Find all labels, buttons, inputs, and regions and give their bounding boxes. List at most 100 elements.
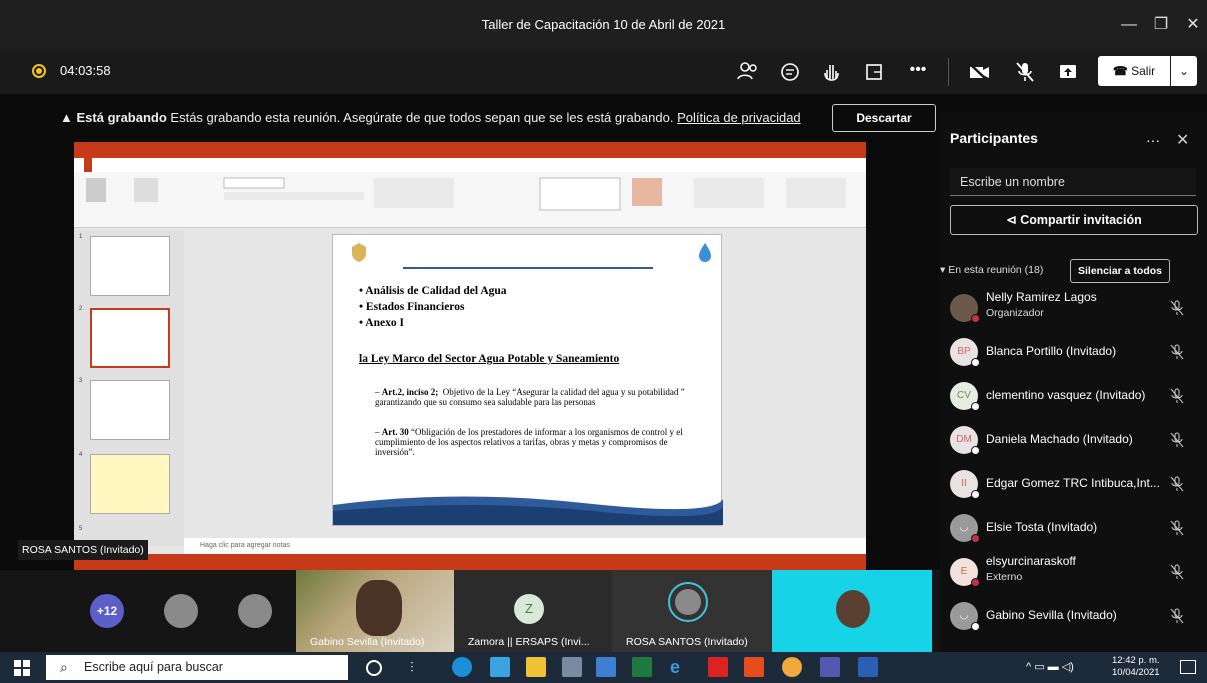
- microphone-off-icon[interactable]: [1012, 59, 1038, 85]
- recording-banner-text: Estás grabando esta reunión. Asegúrate d…: [170, 110, 674, 125]
- maximize-icon[interactable]: ❐: [1148, 12, 1174, 38]
- participant-video-tile[interactable]: [772, 570, 932, 652]
- clock-date: 10/04/2021: [1112, 667, 1160, 678]
- breakout-rooms-icon[interactable]: [861, 59, 887, 85]
- video-person-face: [356, 580, 402, 636]
- slide-thumbnail-selected[interactable]: [90, 308, 170, 368]
- muted-mic-icon: [1170, 344, 1184, 360]
- participant-name: Elsie Tosta (Invitado): [986, 520, 1098, 534]
- participant-row[interactable]: ◡ Elsie Tosta (Invitado): [948, 508, 1198, 548]
- avatar: CV: [950, 382, 980, 411]
- video-tile-label: ROSA SANTOS (Invitado): [626, 636, 748, 648]
- avatar: ◡: [950, 514, 980, 543]
- avatar-initials: CV: [957, 390, 971, 401]
- app-icon[interactable]: [562, 657, 582, 677]
- leave-dropdown-chevron-icon[interactable]: ⌄: [1171, 56, 1197, 86]
- leave-button[interactable]: ☎ Salir: [1098, 56, 1170, 86]
- slide-bullet: Análisis de Calidad del Agua: [359, 283, 506, 299]
- file-explorer-icon[interactable]: [526, 657, 546, 677]
- current-slide: Análisis de Calidad del Agua Estados Fin…: [332, 234, 723, 526]
- slide-thumbnail[interactable]: [90, 380, 170, 440]
- office-icon[interactable]: [744, 657, 764, 677]
- notes-pane[interactable]: Haga clic para agregar notas: [184, 538, 866, 554]
- muted-mic-icon: [1170, 520, 1184, 536]
- panel-close-icon[interactable]: ✕: [1176, 130, 1189, 150]
- status-dot: [971, 622, 980, 631]
- water-drop-logo-icon: [699, 243, 711, 262]
- participant-row[interactable]: II Edgar Gomez TRC Intibuca,Int...: [948, 464, 1198, 504]
- discard-button[interactable]: Descartar: [832, 104, 936, 132]
- participant-name: Edgar Gomez TRC Intibuca,Int...: [986, 476, 1160, 490]
- participant-avatar[interactable]: [164, 594, 198, 628]
- system-tray-icons[interactable]: ^ ▭ ▬ ◁): [1026, 660, 1074, 673]
- more-options-icon[interactable]: •••: [905, 59, 931, 85]
- participant-name: Gabino Sevilla (Invitado): [986, 608, 1117, 622]
- raise-hand-icon[interactable]: [819, 59, 845, 85]
- notification-center-icon[interactable]: [1180, 660, 1196, 674]
- participants-icon[interactable]: [735, 59, 761, 85]
- more-participants-badge[interactable]: +12: [90, 594, 124, 628]
- presenter-label: ROSA SANTOS (Invitado): [18, 540, 148, 560]
- participant-row[interactable]: ◡ Gabino Sevilla (Invitado): [948, 596, 1198, 636]
- privacy-policy-link[interactable]: Política de privacidad: [677, 110, 801, 125]
- status-dot: [971, 402, 980, 411]
- taskbar-clock[interactable]: 12:42 p. m. 10/04/2021: [1112, 655, 1160, 679]
- clock-time: 12:42 p. m.: [1112, 655, 1160, 666]
- chat-icon[interactable]: [777, 59, 803, 85]
- internet-explorer-icon[interactable]: e: [670, 657, 690, 677]
- participant-row[interactable]: BP Blanca Portillo (Invitado): [948, 332, 1198, 372]
- cortana-icon[interactable]: [366, 660, 382, 676]
- camera-off-icon[interactable]: [966, 59, 992, 85]
- status-dot: [971, 534, 980, 543]
- avatar-initials: E: [960, 566, 968, 577]
- chrome-icon[interactable]: [782, 657, 802, 677]
- thumb-number: 4: [79, 452, 83, 458]
- task-view-icon[interactable]: ⫶: [410, 657, 430, 677]
- slide-thumbnail[interactable]: [90, 236, 170, 296]
- coat-of-arms-icon: [352, 243, 366, 262]
- participant-role: Organizador: [986, 307, 1044, 319]
- participant-name: Nelly Ramirez Lagos: [986, 290, 1097, 304]
- share-screen-icon[interactable]: [1055, 59, 1081, 85]
- article-2-ref: Art. 30: [381, 427, 409, 437]
- participant-video-tile[interactable]: ROSA SANTOS (Invitado): [612, 570, 772, 652]
- mute-all-button[interactable]: Silenciar a todos: [1070, 259, 1170, 283]
- app-icon[interactable]: [490, 657, 510, 677]
- taskbar-search-placeholder: Escribe aquí para buscar: [84, 660, 223, 674]
- participant-video-tile[interactable]: Gabino Sevilla (Invitado): [296, 570, 454, 652]
- participant-row[interactable]: E elsyurcinaraskoff Externo: [948, 552, 1198, 592]
- participant-row[interactable]: DM Daniela Machado (Invitado): [948, 420, 1198, 460]
- slide-thumbnail[interactable]: [90, 454, 170, 514]
- warning-icon: ▲: [60, 110, 73, 125]
- excel-icon[interactable]: [632, 657, 652, 677]
- leave-button-label: Salir: [1131, 64, 1156, 78]
- participant-video-tile[interactable]: Z Zamora || ERSAPS (Invi...: [454, 570, 612, 652]
- share-invite-button[interactable]: ⊲ Compartir invitación: [950, 205, 1198, 235]
- avatar: [950, 294, 980, 323]
- app-icon[interactable]: [596, 657, 616, 677]
- muted-mic-icon: [1170, 564, 1184, 580]
- powerpoint-status-bar: [74, 554, 866, 570]
- window-title-bar: Taller de Capacitación 10 de Abril de 20…: [0, 0, 1207, 50]
- status-dot: [971, 358, 980, 367]
- minimize-icon[interactable]: —: [1116, 12, 1142, 38]
- taskbar-search-box[interactable]: ⌕ Escribe aquí para buscar: [46, 655, 348, 680]
- windows-start-icon[interactable]: [14, 660, 30, 676]
- teams-icon[interactable]: [820, 657, 840, 677]
- video-tile-label: Zamora || ERSAPS (Invi...: [468, 636, 590, 648]
- acrobat-icon[interactable]: [708, 657, 728, 677]
- participant-row[interactable]: CV clementino vasquez (Invitado): [948, 376, 1198, 416]
- muted-mic-icon: [1170, 476, 1184, 492]
- close-icon[interactable]: ✕: [1180, 12, 1206, 38]
- article-1-ref: Art.2, inciso 2;: [381, 387, 439, 397]
- participant-row[interactable]: Nelly Ramirez Lagos Organizador: [948, 288, 1198, 328]
- participant-avatar[interactable]: [238, 594, 272, 628]
- word-icon[interactable]: [858, 657, 878, 677]
- toolbar-divider: [948, 58, 949, 86]
- avatar-initials: Z: [514, 594, 544, 624]
- participants-panel: Participantes ··· ✕ ⊲ Compartir invitaci…: [940, 112, 1207, 652]
- panel-more-options-icon[interactable]: ···: [1146, 132, 1160, 148]
- in-meeting-section-toggle[interactable]: ▾ En esta reunión (18): [940, 264, 1043, 276]
- participant-search-input[interactable]: [950, 168, 1196, 196]
- edge-icon[interactable]: [452, 657, 472, 677]
